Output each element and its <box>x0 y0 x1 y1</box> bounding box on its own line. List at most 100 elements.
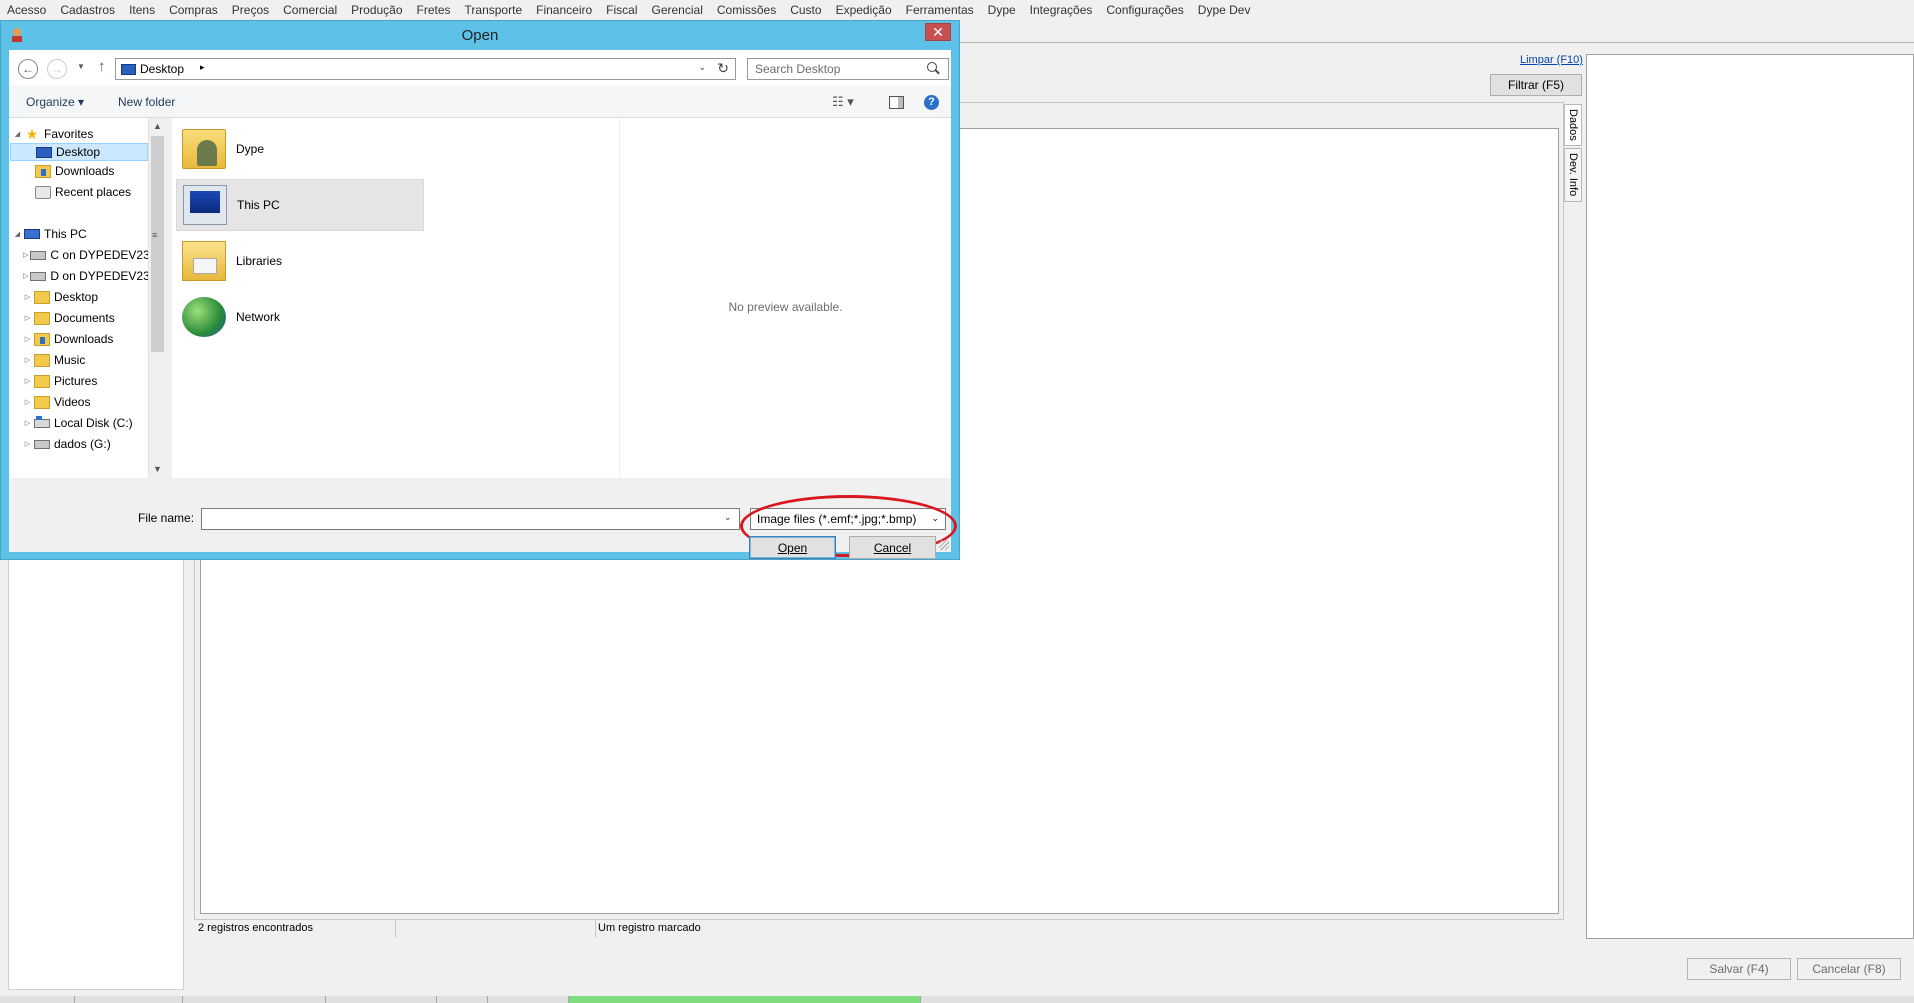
cancelar-button[interactable]: Cancelar (F8) <box>1797 958 1901 980</box>
limpar-link[interactable]: Limpar (F10) <box>1520 54 1583 66</box>
refresh-icon[interactable]: ↻ <box>717 60 729 77</box>
expand-icon[interactable]: ▷ <box>23 335 32 343</box>
scroll-thumb[interactable] <box>151 136 164 352</box>
menu-fiscal[interactable]: Fiscal <box>606 3 637 17</box>
forward-arrow-icon[interactable]: → <box>47 59 67 79</box>
breadcrumb-separator-icon[interactable]: ▸ <box>200 62 205 73</box>
tree-item-d-on-dypedev23[interactable]: ▷ D on DYPEDEV23 <box>23 267 148 285</box>
file-name-dropdown-icon[interactable]: ⌄ <box>724 512 732 523</box>
menu-precos[interactable]: Preços <box>232 3 269 17</box>
menu-gerencial[interactable]: Gerencial <box>652 3 703 17</box>
collapse-icon[interactable]: ◢ <box>13 230 22 238</box>
dialog-titlebar[interactable]: Open ✕ <box>1 21 959 49</box>
menu-integracoes[interactable]: Integrações <box>1030 3 1093 17</box>
menu-ferramentas[interactable]: Ferramentas <box>906 3 974 17</box>
menu-fretes[interactable]: Fretes <box>417 3 451 17</box>
expand-icon[interactable]: ▷ <box>23 377 32 385</box>
address-bar[interactable]: Desktop ▸ ⌄ ↻ <box>115 58 736 80</box>
up-arrow-icon[interactable]: ↑ <box>98 58 106 75</box>
libraries-icon <box>182 241 226 281</box>
menu-acesso[interactable]: Acesso <box>7 3 46 17</box>
tree-item-c-on-dypedev23[interactable]: ▷ C on DYPEDEV23 <box>23 246 148 264</box>
tree-item-desktop[interactable]: ▷ Desktop <box>23 288 148 306</box>
tree-item-dados-g[interactable]: ▷ dados (G:) <box>23 435 148 453</box>
collapse-icon[interactable]: ◢ <box>13 130 22 138</box>
menu-comissoes[interactable]: Comissões <box>717 3 776 17</box>
filter-panel <box>8 545 184 990</box>
menu-configuracoes[interactable]: Configurações <box>1106 3 1183 17</box>
menu-financeiro[interactable]: Financeiro <box>536 3 592 17</box>
expand-icon[interactable]: ▷ <box>23 440 32 448</box>
search-input[interactable] <box>747 58 949 80</box>
menu-custo[interactable]: Custo <box>790 3 821 17</box>
window-tab[interactable] <box>75 996 183 1003</box>
tree-item-recent-places[interactable]: Recent places <box>33 183 145 201</box>
window-tab[interactable] <box>437 996 488 1003</box>
menu-dype[interactable]: Dype <box>988 3 1016 17</box>
preview-pane-icon[interactable] <box>889 96 904 109</box>
file-type-select[interactable]: Image files (*.emf;*.jpg;*.bmp) ⌄ <box>750 508 946 530</box>
menu-compras[interactable]: Compras <box>169 3 218 17</box>
search-icon[interactable] <box>927 62 937 72</box>
window-tab-active[interactable] <box>569 996 921 1003</box>
tab-dev-info[interactable]: Dev. Info <box>1564 148 1582 202</box>
menu-expedicao[interactable]: Expedição <box>836 3 892 17</box>
tree-item-this-pc[interactable]: ◢ This PC <box>13 225 143 243</box>
window-tab[interactable] <box>183 996 326 1003</box>
filtrar-button[interactable]: Filtrar (F5) <box>1490 74 1582 96</box>
open-file-dialog: Open ✕ ← → ▼ ↑ Desktop ▸ ⌄ ↻ Organize ▾ … <box>0 20 960 560</box>
expand-icon[interactable]: ▷ <box>23 419 32 427</box>
salvar-button[interactable]: Salvar (F4) <box>1687 958 1791 980</box>
window-tab[interactable] <box>0 996 75 1003</box>
menu-comercial[interactable]: Comercial <box>283 3 337 17</box>
file-name-input[interactable] <box>201 508 740 530</box>
expand-icon[interactable]: ▷ <box>23 272 28 280</box>
recent-locations-chevron-icon[interactable]: ▼ <box>77 62 85 71</box>
tree-item-music[interactable]: ▷ Music <box>23 351 148 369</box>
scroll-down-icon[interactable]: ▼ <box>149 461 166 478</box>
tree-item-documents[interactable]: ▷ Documents <box>23 309 148 327</box>
tree-item-desktop-favorite[interactable]: Desktop <box>10 143 148 161</box>
tree-item-pictures[interactable]: ▷ Pictures <box>23 372 148 390</box>
organize-button[interactable]: Organize ▾ <box>26 95 84 109</box>
tree-item-favorites[interactable]: ◢ ★ Favorites <box>13 125 143 143</box>
scroll-up-icon[interactable]: ▲ <box>149 118 166 135</box>
expand-icon[interactable]: ▷ <box>23 398 32 406</box>
back-arrow-icon[interactable]: ← <box>18 59 38 79</box>
tree-item-label: This PC <box>44 227 87 241</box>
expand-icon[interactable]: ▷ <box>23 251 28 259</box>
open-button[interactable]: Open <box>749 536 836 559</box>
file-item-network[interactable]: Network <box>176 291 424 343</box>
expand-icon[interactable]: ▷ <box>23 356 32 364</box>
expand-icon[interactable]: ▷ <box>23 293 32 301</box>
tree-item-downloads[interactable]: ▷ Downloads <box>23 330 148 348</box>
menu-transporte[interactable]: Transporte <box>465 3 523 17</box>
menu-dype-dev[interactable]: Dype Dev <box>1198 3 1251 17</box>
help-icon[interactable]: ? <box>924 95 939 110</box>
window-tab[interactable] <box>326 996 437 1003</box>
window-tab[interactable] <box>488 996 569 1003</box>
tree-item-downloads-favorite[interactable]: Downloads <box>33 162 143 180</box>
address-dropdown-icon[interactable]: ⌄ <box>698 62 706 73</box>
desktop-icon <box>121 64 136 75</box>
expand-icon[interactable]: ▷ <box>23 314 32 322</box>
file-item-dype[interactable]: Dype <box>176 123 424 175</box>
file-item-this-pc[interactable]: This PC <box>176 179 424 231</box>
file-item-libraries[interactable]: Libraries <box>176 235 424 287</box>
cancel-button[interactable]: Cancel <box>849 536 936 559</box>
change-view-icon[interactable]: ☷ ▾ <box>832 94 854 110</box>
address-location[interactable]: Desktop <box>140 62 184 76</box>
menu-producao[interactable]: Produção <box>351 3 402 17</box>
folder-icon <box>34 374 50 388</box>
tree-item-videos[interactable]: ▷ Videos <box>23 393 148 411</box>
resize-grip-icon[interactable] <box>939 540 949 550</box>
navigation-scrollbar[interactable]: ▲ ≡ ▼ <box>148 118 165 478</box>
new-folder-button[interactable]: New folder <box>118 95 175 109</box>
close-button[interactable]: ✕ <box>925 23 951 41</box>
menu-cadastros[interactable]: Cadastros <box>60 3 115 17</box>
chevron-down-icon[interactable]: ⌄ <box>931 513 939 524</box>
menu-itens[interactable]: Itens <box>129 3 155 17</box>
tab-dados[interactable]: Dados <box>1564 104 1582 146</box>
tree-item-label: Music <box>54 353 86 367</box>
tree-item-local-disk-c[interactable]: ▷ Local Disk (C:) <box>23 414 148 432</box>
